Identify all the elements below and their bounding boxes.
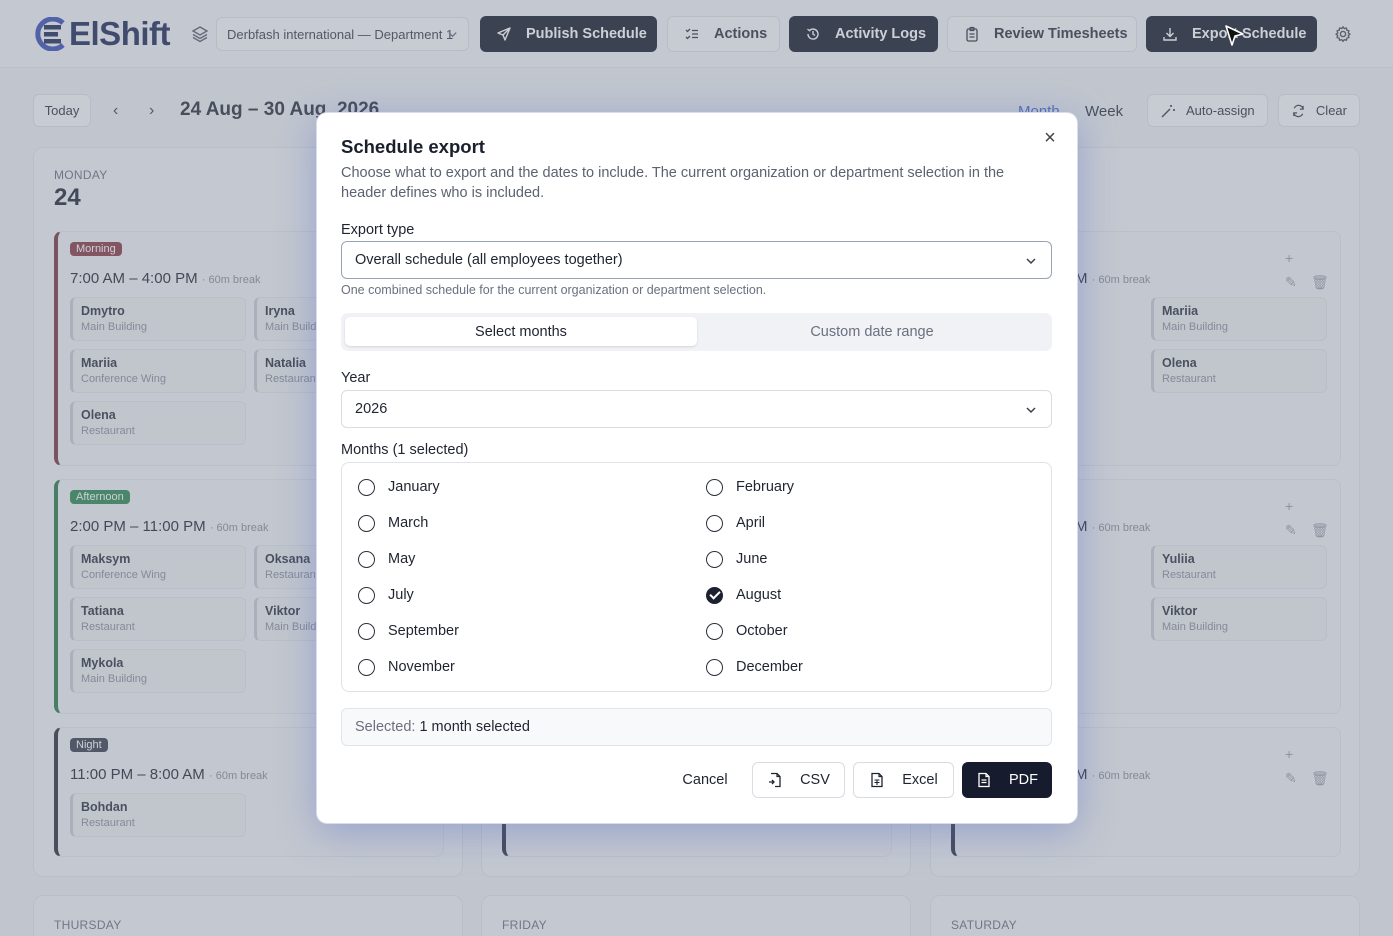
schedule-export-dialog: × Schedule export Choose what to export … [317, 113, 1077, 823]
year-label: Year [341, 370, 371, 386]
checkbox[interactable] [358, 514, 375, 532]
pdf-file-icon [978, 772, 990, 788]
month-option-june[interactable]: June [706, 549, 767, 569]
export-csv-button[interactable]: CSV [752, 762, 845, 798]
checkbox[interactable] [706, 514, 723, 532]
summary-value: 1 month selected [419, 719, 530, 735]
month-option-july[interactable]: July [358, 585, 414, 605]
month-name: April [736, 515, 766, 531]
chevron-down-icon [1026, 407, 1036, 414]
checkbox[interactable] [358, 478, 375, 496]
month-option-november[interactable]: November [358, 657, 455, 677]
export-type-help: One combined schedule for the current or… [341, 283, 767, 297]
month-option-january[interactable]: January [358, 477, 440, 497]
month-name: October [736, 623, 788, 639]
tab-select-months[interactable]: Select months [345, 317, 697, 346]
month-option-october[interactable]: October [706, 621, 788, 641]
chevron-down-icon [1026, 258, 1036, 265]
export-excel-button[interactable]: Excel [853, 762, 954, 798]
checkbox[interactable] [706, 478, 723, 496]
spreadsheet-file-icon [871, 772, 883, 788]
months-checkbox-list: January February March April May June Ju… [341, 462, 1052, 692]
close-icon[interactable]: × [1041, 128, 1059, 148]
cancel-button[interactable]: Cancel [671, 762, 739, 798]
month-option-february[interactable]: February [706, 477, 794, 497]
month-option-april[interactable]: April [706, 513, 765, 533]
date-mode-toggle: Select months Custom date range [341, 313, 1052, 351]
months-label: Months (1 selected) [341, 442, 469, 458]
export-type-value: Overall schedule (all employees together… [355, 252, 623, 268]
month-name: May [388, 551, 416, 567]
month-option-august[interactable]: August [706, 585, 781, 605]
checkbox[interactable] [358, 622, 375, 640]
checkbox[interactable] [706, 658, 723, 676]
excel-label: Excel [902, 772, 938, 788]
tab-custom-date-range[interactable]: Custom date range [696, 317, 1048, 346]
month-name: January [388, 479, 440, 495]
csv-file-icon [769, 772, 781, 788]
checkbox[interactable] [706, 550, 723, 568]
csv-label: CSV [800, 772, 830, 788]
month-name: July [388, 587, 414, 603]
month-name: February [736, 479, 795, 495]
year-value: 2026 [355, 401, 388, 417]
year-select[interactable]: 2026 [341, 390, 1052, 428]
checkbox[interactable] [358, 586, 375, 604]
checkbox[interactable] [706, 622, 723, 640]
dialog-title: Schedule export [341, 136, 485, 157]
dialog-description: Choose what to export and the dates to i… [341, 165, 1005, 201]
mouse-cursor-icon [1225, 25, 1244, 46]
checkbox[interactable] [358, 550, 375, 568]
month-option-may[interactable]: May [358, 549, 415, 569]
month-name: August [736, 587, 782, 603]
month-name: June [736, 551, 768, 567]
month-option-december[interactable]: December [706, 657, 803, 677]
month-option-march[interactable]: March [358, 513, 428, 533]
checkbox-checked[interactable] [706, 586, 723, 604]
checkbox[interactable] [358, 658, 375, 676]
selection-summary: Selected: 1 month selected [341, 708, 1052, 746]
export-type-label: Export type [341, 222, 415, 238]
month-name: March [388, 515, 429, 531]
export-type-select[interactable]: Overall schedule (all employees together… [341, 241, 1052, 279]
month-name: December [736, 659, 803, 675]
month-name: November [388, 659, 455, 675]
export-pdf-button[interactable]: PDF [962, 762, 1052, 798]
summary-key: Selected: [355, 719, 416, 735]
month-option-september[interactable]: September [358, 621, 459, 641]
pdf-label: PDF [1009, 772, 1038, 788]
month-name: September [388, 623, 459, 639]
